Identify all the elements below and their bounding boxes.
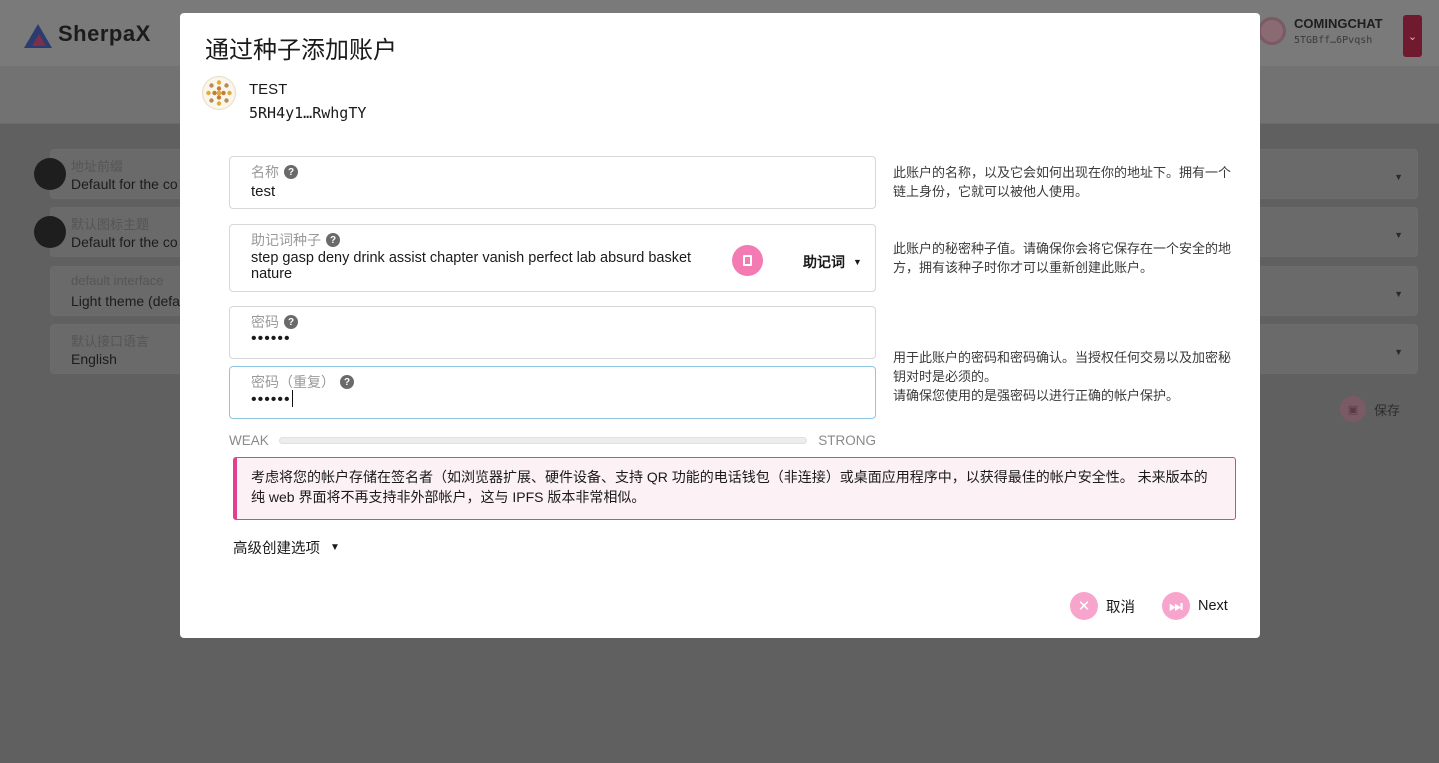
save-icon: ▣ bbox=[1340, 396, 1366, 422]
password-repeat-input[interactable]: •••••• bbox=[251, 390, 293, 409]
logo-icon bbox=[24, 20, 52, 48]
name-input[interactable]: test bbox=[251, 183, 275, 200]
strength-weak-label: WEAK bbox=[229, 433, 269, 448]
save-label: 保存 bbox=[1374, 402, 1401, 418]
logo-text: SherpaX bbox=[58, 21, 151, 46]
setting-value: Default for the co bbox=[71, 234, 178, 250]
modal-title: 通过种子添加账户 bbox=[205, 37, 397, 64]
logo[interactable]: SherpaX bbox=[24, 20, 151, 48]
seed-type-dropdown[interactable]: 助记词 ▼ bbox=[803, 252, 862, 272]
password-hint-line: 用于此账户的密码和密码确认。当授权任何交易以及加密秘钥对时是必须的。 bbox=[893, 350, 1232, 384]
name-hint: 此账户的名称，以及它会如何出现在你的地址下。拥有一个链上身份，它就可以被他人使用… bbox=[893, 165, 1232, 199]
seed-input[interactable]: step gasp deny drink assist chapter vani… bbox=[251, 250, 721, 282]
password-field-label: 密码? bbox=[251, 312, 298, 332]
setting-icon bbox=[34, 216, 66, 248]
cancel-button[interactable]: ✕ 取消 bbox=[1070, 592, 1135, 620]
next-icon: ⏭ bbox=[1162, 592, 1190, 620]
seed-hint: 此账户的秘密种子值。请确保你会将它保存在一个安全的地方，拥有该种子时你才可以重新… bbox=[893, 241, 1232, 275]
setting-value: Default for the co bbox=[71, 176, 178, 192]
advanced-options-toggle[interactable]: 高级创建选项 ▼ bbox=[233, 537, 340, 558]
help-icon[interactable]: ? bbox=[284, 315, 298, 329]
password-hint-line: 请确保您使用的是强密码以进行正确的帐户保护。 bbox=[893, 388, 1180, 403]
password-repeat-field-label: 密码（重复）? bbox=[251, 372, 354, 392]
strength-bar bbox=[279, 437, 807, 444]
password-strength-meter: WEAK STRONG bbox=[229, 432, 876, 448]
setting-label: default interface bbox=[71, 273, 164, 288]
copy-icon[interactable] bbox=[732, 245, 763, 276]
next-button[interactable]: ⏭ Next bbox=[1162, 592, 1228, 620]
setting-label: 默认接口语言 bbox=[71, 334, 150, 349]
password-input[interactable]: •••••• bbox=[251, 330, 291, 348]
chevron-down-icon: ▼ bbox=[853, 257, 862, 267]
password-field[interactable]: 密码? •••••• bbox=[229, 306, 876, 359]
add-account-modal: 通过种子添加账户 TEST 5RH4y1…RwhgTY 名称? test 此账户… bbox=[180, 13, 1260, 638]
strength-strong-label: STRONG bbox=[818, 433, 876, 448]
account-avatar-icon bbox=[1258, 17, 1286, 45]
password-repeat-field[interactable]: 密码（重复）? •••••• bbox=[229, 366, 876, 419]
setting-icon bbox=[34, 158, 66, 190]
header-account[interactable]: COMINGCHAT 5TGBff…6Pvqsh bbox=[1258, 16, 1383, 46]
setting-label: 地址前缀 bbox=[71, 159, 124, 174]
help-icon[interactable]: ? bbox=[284, 165, 298, 179]
setting-label: 默认图标主题 bbox=[71, 217, 150, 232]
account-address: 5RH4y1…RwhgTY bbox=[249, 104, 367, 122]
account-name: TEST bbox=[249, 81, 288, 98]
chevron-down-icon: ▼ bbox=[1394, 172, 1403, 182]
chevron-down-icon: ▼ bbox=[330, 542, 340, 553]
password-hint: 用于此账户的密码和密码确认。当授权任何交易以及加密秘钥对时是必须的。 请确保您使… bbox=[893, 348, 1233, 405]
name-field[interactable]: 名称? test bbox=[229, 156, 876, 209]
name-field-label: 名称? bbox=[251, 162, 298, 182]
chevron-down-icon: ▼ bbox=[1394, 289, 1403, 299]
chevron-down-icon: ▼ bbox=[1394, 230, 1403, 240]
close-icon: ✕ bbox=[1070, 592, 1098, 620]
setting-value: Light theme (defa bbox=[71, 293, 180, 309]
account-identicon-icon[interactable] bbox=[202, 76, 236, 110]
help-icon[interactable]: ? bbox=[340, 375, 354, 389]
setting-value: English bbox=[71, 351, 117, 367]
help-icon[interactable]: ? bbox=[326, 233, 340, 247]
text-cursor bbox=[291, 390, 293, 407]
header-account-address: 5TGBff…6Pvqsh bbox=[1294, 35, 1373, 46]
chevron-down-icon: ▼ bbox=[1394, 347, 1403, 357]
security-warning: 考虑将您的帐户存储在签名者（如浏览器扩展、硬件设备、支持 QR 功能的电话钱包（… bbox=[233, 457, 1236, 520]
settings-save-button[interactable]: ▣ 保存 bbox=[1340, 396, 1400, 422]
account-dropdown-button[interactable]: ⌄ bbox=[1403, 15, 1422, 57]
header-account-name: COMINGCHAT bbox=[1294, 16, 1383, 31]
seed-field-label: 助记词种子? bbox=[251, 230, 340, 250]
seed-field[interactable]: 助记词种子? step gasp deny drink assist chapt… bbox=[229, 224, 876, 292]
